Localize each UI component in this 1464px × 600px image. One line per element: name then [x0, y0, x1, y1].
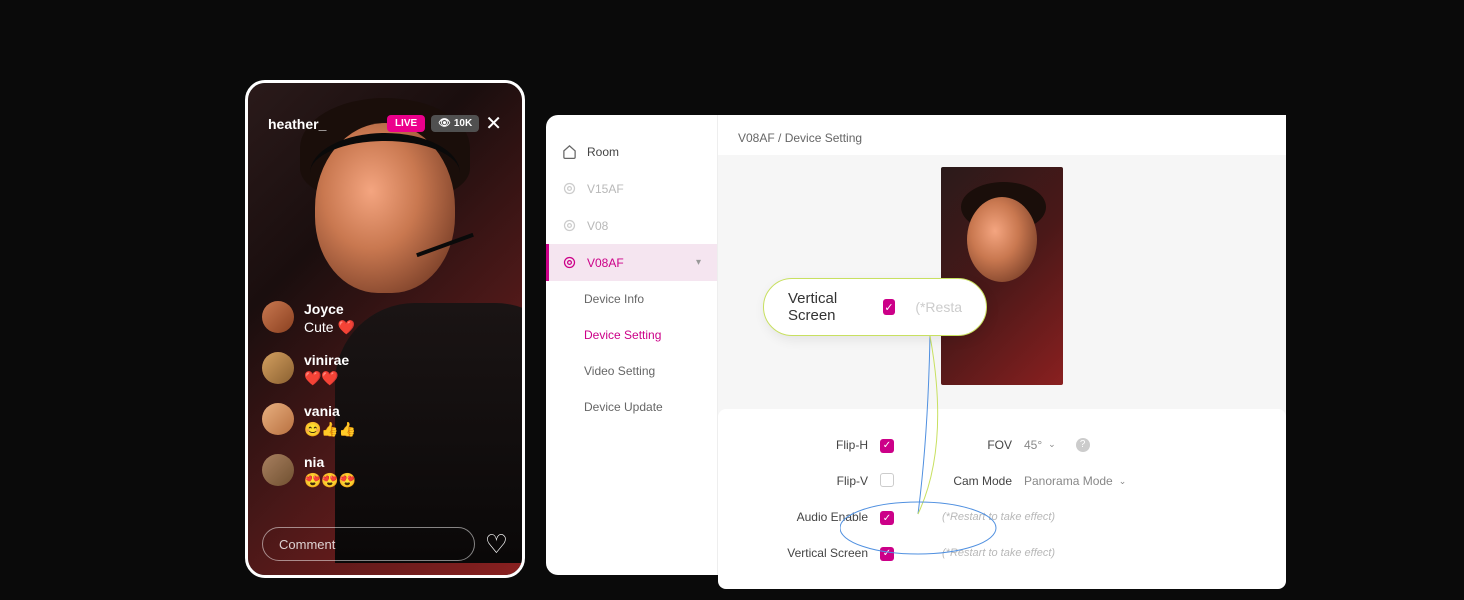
main-content: V08AF / Device Setting Flip-H ✓ FOV 45° … [718, 115, 1286, 575]
chevron-down-icon: ▾ [696, 257, 701, 268]
stream-footer: ♡ [262, 527, 508, 561]
sidebar-item-v15af[interactable]: V15AF [546, 170, 717, 207]
live-badge: LIVE [387, 115, 425, 132]
chevron-down-icon: ⌄ [1048, 439, 1056, 450]
comment-message: 😍😍😍 [304, 472, 356, 489]
preview-area [718, 155, 1286, 397]
sidebar-item-label: V08 [587, 219, 608, 233]
home-icon [562, 144, 577, 159]
breadcrumb: V08AF / Device Setting [718, 115, 1286, 155]
callout-checkbox: ✓ [883, 299, 896, 315]
list-item: nia 😍😍😍 [262, 454, 356, 489]
setting-row: Flip-H ✓ FOV 45° ⌄ ? [778, 437, 1266, 453]
phone-mockup: heather_ LIVE 👁 10K ✕ Joyce Cute ❤️ [245, 80, 525, 578]
eye-icon: 👁 [438, 118, 451, 129]
comments-list: Joyce Cute ❤️ vinirae ❤️❤️ vania 😊👍👍 [262, 301, 356, 489]
camera-icon [562, 255, 577, 270]
commenter-name: vinirae [304, 352, 349, 368]
phone-screen: heather_ LIVE 👁 10K ✕ Joyce Cute ❤️ [248, 83, 522, 575]
commenter-name: vania [304, 403, 356, 419]
setting-row: Audio Enable ✓ (*Restart to take effect) [778, 510, 1266, 526]
heart-icon[interactable]: ♡ [485, 529, 508, 560]
setting-row: Flip-V Cam Mode Panorama Mode ⌄ [778, 473, 1266, 490]
comment-message: Cute ❤️ [304, 319, 355, 336]
callout-pill: Vertical Screen ✓ (*Resta [763, 278, 987, 336]
sidebar-item-label: V15AF [587, 182, 624, 196]
sidebar-item-device-setting[interactable]: Device Setting [584, 317, 717, 353]
vertical-screen-checkbox[interactable]: ✓ [880, 547, 894, 561]
cam-mode-select[interactable]: Panorama Mode ⌄ [1024, 474, 1126, 488]
comment-message: 😊👍👍 [304, 421, 356, 438]
sidebar-item-label: V08AF [587, 256, 624, 270]
flip-h-label: Flip-H [778, 438, 868, 452]
view-count: 10K [454, 118, 472, 129]
username: heather_ [268, 116, 326, 132]
sidebar-item-device-info[interactable]: Device Info [584, 281, 717, 317]
audio-enable-label: Audio Enable [778, 510, 868, 524]
fov-value: 45° [1024, 438, 1042, 452]
sidebar-item-video-setting[interactable]: Video Setting [584, 353, 717, 389]
sidebar-item-v08[interactable]: V08 [546, 207, 717, 244]
cam-mode-value: Panorama Mode [1024, 474, 1113, 488]
stream-header: heather_ LIVE 👁 10K ✕ [248, 111, 522, 136]
settings-panel: Room V15AF V08 V08AF ▾ Device Info Devic… [546, 115, 1286, 575]
camera-preview [941, 167, 1063, 385]
flip-h-checkbox[interactable]: ✓ [880, 439, 894, 453]
sidebar-submenu: Device Info Device Setting Video Setting… [546, 281, 717, 425]
list-item: Joyce Cute ❤️ [262, 301, 356, 336]
avatar [262, 352, 294, 384]
fov-select[interactable]: 45° ⌄ [1024, 438, 1056, 452]
avatar [262, 403, 294, 435]
camera-icon [562, 218, 577, 233]
commenter-name: Joyce [304, 301, 355, 317]
chevron-down-icon: ⌄ [1119, 476, 1127, 487]
callout-hint: (*Resta [915, 299, 962, 315]
restart-hint: (*Restart to take effect) [942, 547, 1055, 559]
comment-message: ❤️❤️ [304, 370, 349, 387]
audio-enable-checkbox[interactable]: ✓ [880, 511, 894, 525]
views-badge: 👁 10K [431, 115, 479, 132]
sidebar-item-v08af[interactable]: V08AF ▾ [546, 244, 717, 281]
fov-label: FOV [942, 438, 1012, 452]
list-item: vinirae ❤️❤️ [262, 352, 356, 387]
vertical-screen-label: Vertical Screen [778, 546, 868, 560]
camera-icon [562, 181, 577, 196]
comment-input[interactable] [262, 527, 475, 561]
sidebar-item-room[interactable]: Room [546, 133, 717, 170]
sidebar-item-device-update[interactable]: Device Update [584, 389, 717, 425]
callout-label: Vertical Screen [788, 290, 869, 324]
sidebar-item-label: Room [587, 145, 619, 159]
cam-mode-label: Cam Mode [942, 474, 1012, 488]
help-icon[interactable]: ? [1076, 438, 1090, 452]
avatar [262, 454, 294, 486]
restart-hint: (*Restart to take effect) [942, 511, 1055, 523]
sidebar: Room V15AF V08 V08AF ▾ Device Info Devic… [546, 115, 718, 575]
streamer-image [315, 123, 455, 293]
flip-v-checkbox[interactable] [880, 473, 894, 487]
flip-v-label: Flip-V [778, 474, 868, 488]
settings-form: Flip-H ✓ FOV 45° ⌄ ? Flip-V Cam Mode Pan… [718, 409, 1286, 589]
list-item: vania 😊👍👍 [262, 403, 356, 438]
close-icon[interactable]: ✕ [485, 111, 502, 136]
avatar [262, 301, 294, 333]
commenter-name: nia [304, 454, 356, 470]
setting-row: Vertical Screen ✓ (*Restart to take effe… [778, 545, 1266, 561]
